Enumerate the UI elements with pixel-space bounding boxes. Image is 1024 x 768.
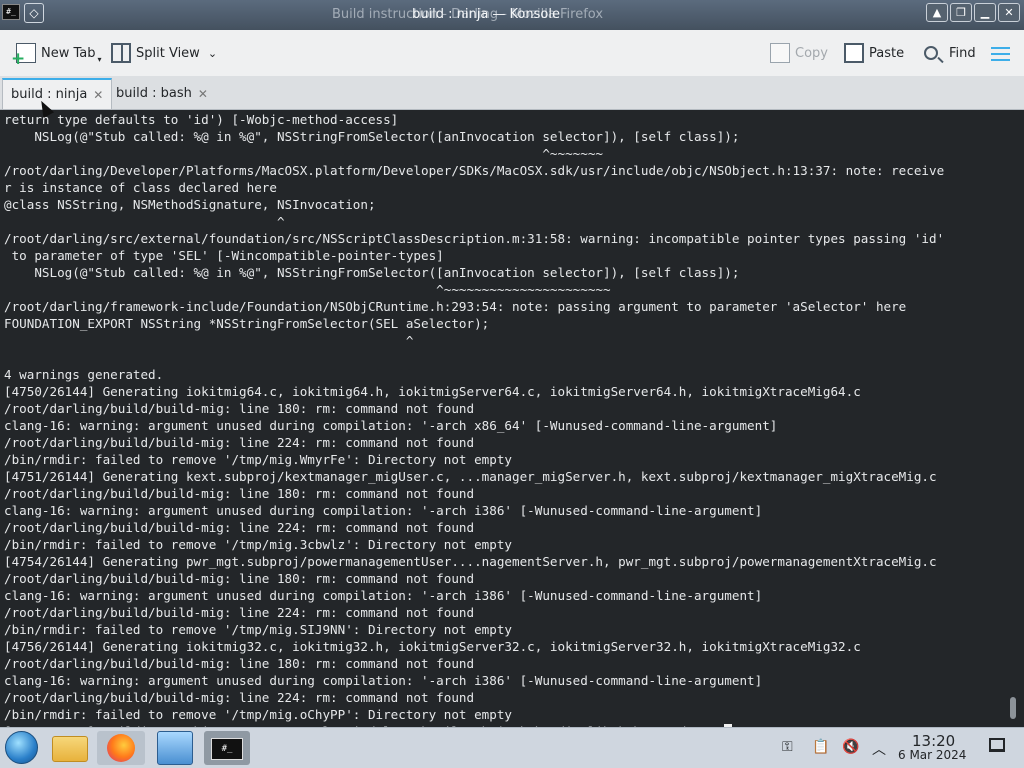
terminal-line: ^ (4, 333, 414, 348)
terminal-line: [4750/26144] Generating iokitmig64.c, io… (4, 384, 861, 399)
terminal-lines: return type defaults to 'id') [-Wobjc-me… (4, 111, 944, 727)
terminal-line: /bin/rmdir: failed to remove '/tmp/mig.3… (4, 537, 512, 552)
terminal-line: 4 warnings generated. (4, 367, 164, 382)
terminal-line: return type defaults to 'id') [-Wobjc-me… (4, 112, 399, 127)
terminal-line: ^~~~~~~~~~~~~~~~~~~~~~~ (4, 282, 611, 297)
terminal-line: /root/darling/build/build-mig: line 180:… (4, 401, 475, 416)
clock-date[interactable]: 6 Mar 2024 (898, 748, 966, 762)
konsole-task-icon[interactable] (204, 731, 250, 765)
copy-button[interactable]: Copy (770, 42, 828, 64)
system-settings-icon[interactable] (157, 731, 193, 765)
new-tab-label: New Tab (41, 45, 96, 61)
terminal-line: /root/darling/build/build-mig: line 224:… (4, 435, 475, 450)
tab-label: build : ninja (11, 87, 88, 102)
terminal-line: /root/darling/build/build-mig: line 180:… (4, 656, 475, 671)
maximize-button[interactable]: ❐ (950, 3, 972, 22)
close-tab-icon[interactable]: ✕ (93, 88, 103, 102)
terminal-line: clang-16: warning: argument unused durin… (4, 673, 763, 688)
terminal-line: /root/darling/build/build-mig: line 224:… (4, 605, 475, 620)
terminal-line: clang-16: warning: argument unused durin… (4, 588, 763, 603)
terminal-line: [4751/26144] Generating kext.subproj/kex… (4, 469, 937, 484)
close-window-button[interactable]: ✕ (998, 3, 1020, 22)
paste-icon (844, 43, 864, 63)
copy-label: Copy (795, 45, 828, 61)
search-icon (924, 46, 938, 60)
split-view-label: Split View (136, 45, 200, 61)
tab-build-bash[interactable]: build : bash ✕ (108, 78, 216, 109)
split-view-button[interactable]: Split View ⌄ (111, 42, 217, 64)
window-titlebar[interactable]: #_ ◇ Build instruction - Darling - Mozil… (0, 0, 1024, 30)
terminal-line: NSLog(@"Stub called: %@ in %@", NSString… (4, 129, 740, 144)
new-tab-button[interactable]: New Tab ▾ (11, 42, 102, 69)
hamburger-menu-icon[interactable] (991, 47, 1010, 61)
paste-button[interactable]: Paste (844, 42, 904, 64)
terminal-line: r is instance of class declared here (4, 180, 277, 195)
terminal-line: /bin/rmdir: failed to remove '/tmp/mig.o… (4, 707, 512, 722)
expand-tray-icon[interactable]: ︿ (872, 739, 886, 759)
terminal-line: @class NSString, NSMethodSignature, NSIn… (4, 197, 376, 212)
close-tab-icon[interactable]: ✕ (198, 87, 208, 101)
copy-icon (770, 43, 790, 63)
paste-label: Paste (869, 45, 905, 61)
terminal-line: /root/darling/build/build-mig: line 224:… (4, 520, 475, 535)
terminal-line: /root/darling/build/build-mig: line 180:… (4, 486, 475, 501)
terminal-line: clang-16: warning: argument unused durin… (4, 503, 763, 518)
find-button[interactable]: Find (924, 42, 976, 64)
terminal-line: NSLog(@"Stub called: %@ in %@", NSString… (4, 265, 740, 280)
terminal-line: /root/darling/src/external/foundation/sr… (4, 231, 945, 246)
konsole-toolbar: New Tab ▾ Split View ⌄ Copy Paste Find (0, 30, 1024, 76)
new-tab-icon (11, 43, 36, 69)
start-menu-icon[interactable] (5, 731, 38, 764)
taskbar: ⚿ 📋 🔇 ︿ 13:20 6 Mar 2024 (0, 727, 1024, 768)
firefox-icon[interactable] (97, 731, 145, 765)
tab-bar: build : ninja ✕ build : bash ✕ (0, 76, 1024, 110)
chevron-down-icon[interactable]: ⌄ (208, 47, 217, 60)
terminal-line: /root/darling/framework-include/Foundati… (4, 299, 907, 314)
file-manager-icon[interactable] (52, 736, 88, 762)
terminal-line: clang-16: warning: argument unused durin… (4, 418, 778, 433)
terminal-output[interactable]: return type defaults to 'id') [-Wobjc-me… (0, 110, 1024, 727)
terminal-line: /bin/rmdir: failed to remove '/tmp/mig.S… (4, 622, 512, 637)
keep-above-button[interactable]: ▲ (926, 3, 948, 22)
terminal-line: /bin/rmdir: failed to remove '/tmp/mig.W… (4, 452, 512, 467)
terminal-line: /root/darling/build/build-mig: line 180:… (4, 571, 475, 586)
network-icon[interactable]: ⚿ (782, 739, 793, 755)
find-label: Find (949, 45, 976, 61)
window-title: build : ninja — Konsole (412, 7, 560, 22)
split-view-icon (111, 43, 131, 63)
pin-window-icon[interactable]: ◇ (24, 3, 44, 23)
terminal-line: to parameter of type 'SEL' [-Wincompatib… (4, 248, 444, 263)
tab-label: build : bash (116, 86, 192, 101)
new-tab-dropdown-icon[interactable]: ▾ (98, 55, 102, 64)
terminal-scrollbar[interactable] (1010, 697, 1016, 719)
terminal-line: [4756/26144] Generating iokitmig32.c, io… (4, 639, 861, 654)
tab-build-ninja[interactable]: build : ninja ✕ (2, 78, 113, 109)
volume-muted-icon[interactable]: 🔇 (842, 739, 859, 755)
terminal-line: ^ (4, 214, 285, 229)
terminal-line: /root/darling/Developer/Platforms/MacOSX… (4, 163, 945, 178)
terminal-line: ^~~~~~~~ (4, 146, 603, 161)
minimize-button[interactable]: ▁ (974, 3, 996, 22)
terminal-line: /root/darling/build/build-mig: line 224:… (4, 690, 475, 705)
show-desktop-icon[interactable] (989, 738, 1005, 752)
konsole-app-icon[interactable]: #_ (2, 4, 20, 20)
terminal-line: FOUNDATION_EXPORT NSString *NSStringFrom… (4, 316, 490, 331)
terminal-line: [4754/26144] Generating pwr_mgt.subproj/… (4, 554, 937, 569)
clipboard-icon[interactable]: 📋 (812, 739, 829, 755)
